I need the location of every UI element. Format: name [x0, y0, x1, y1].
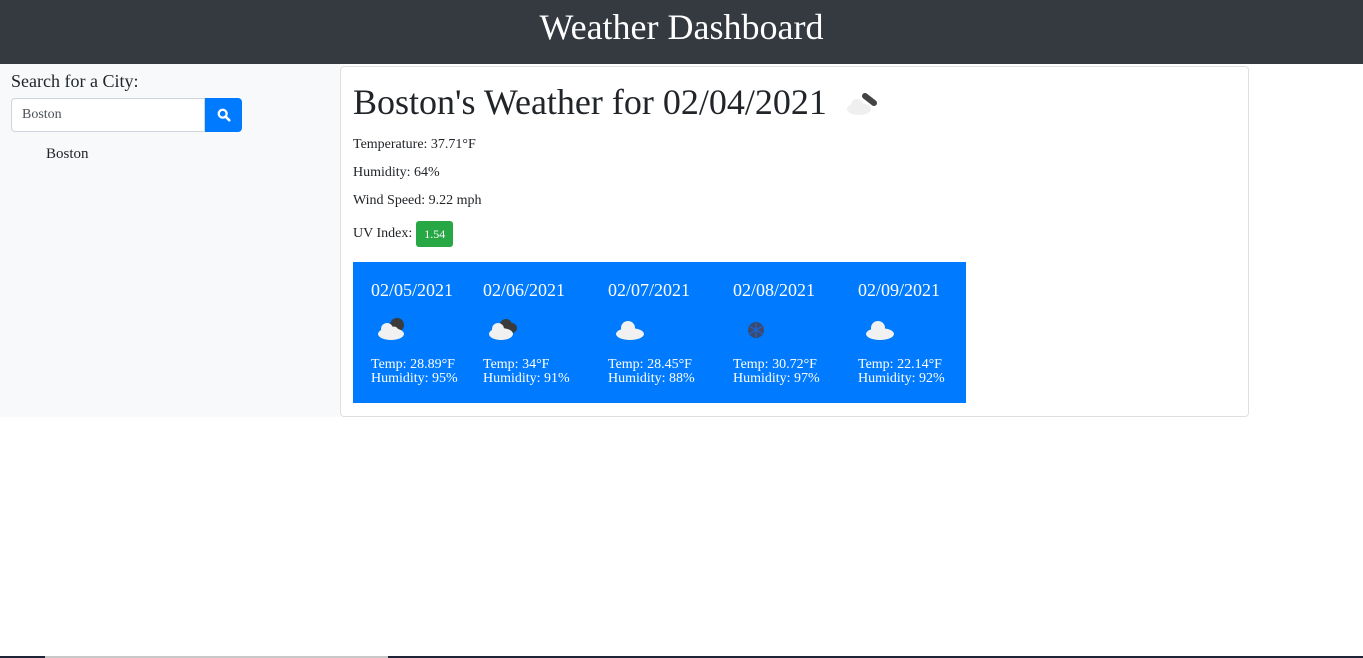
- search-row: [11, 98, 329, 132]
- forecast-humidity: Humidity: 91%: [483, 371, 570, 386]
- forecast-humidity: Humidity: 88%: [608, 371, 695, 386]
- five-day-forecast: 02/05/2021 Temp: 28.89°F Humidity: 95% 0…: [353, 262, 966, 403]
- forecast-day: 02/06/2021 Temp: 34°F Humidity: 91%: [483, 276, 608, 403]
- forecast-temp: Temp: 28.45°F: [608, 357, 692, 372]
- forecast-temp: Temp: 22.14°F: [858, 357, 942, 372]
- uv-index-row: UV Index: 1.54: [353, 221, 1236, 247]
- app-header: Weather Dashboard: [0, 0, 1363, 64]
- current-temperature: Temperature: 37.71°F: [353, 137, 476, 152]
- forecast-humidity: Humidity: 97%: [733, 371, 820, 386]
- cloud-night-icon: [371, 312, 483, 358]
- forecast-humidity: Humidity: 95%: [371, 371, 458, 386]
- forecast-day: 02/09/2021 Temp: 22.14°F Humidity: 92%: [858, 276, 966, 403]
- forecast-date: 02/08/2021: [733, 280, 816, 300]
- cloud-broken-icon: [841, 82, 891, 122]
- cloud-icon: [608, 312, 733, 358]
- cloud-icon: [858, 312, 966, 358]
- search-history: Boston: [11, 142, 329, 166]
- forecast-temp: Temp: 28.89°F: [371, 357, 455, 372]
- broken-clouds-icon: [483, 312, 608, 358]
- current-humidity: Humidity: 64%: [353, 165, 440, 180]
- uv-label: UV Index:: [353, 226, 413, 241]
- forecast-date: 02/06/2021: [483, 280, 566, 300]
- history-item[interactable]: Boston: [11, 142, 329, 166]
- app-title: Weather Dashboard: [539, 7, 824, 47]
- current-weather-title: Boston's Weather for 02/04/2021: [353, 82, 827, 122]
- search-icon: [217, 108, 231, 122]
- forecast-day: 02/05/2021 Temp: 28.89°F Humidity: 95%: [371, 276, 483, 403]
- forecast-day: 02/07/2021 Temp: 28.45°F Humidity: 88%: [608, 276, 733, 403]
- forecast-humidity: Humidity: 92%: [858, 371, 945, 386]
- forecast-date: 02/05/2021: [371, 280, 454, 300]
- forecast-date: 02/07/2021: [608, 280, 691, 300]
- search-button[interactable]: [205, 98, 242, 132]
- main-layout: Search for a City: Boston Boston's Weath…: [0, 64, 1363, 417]
- snow-icon: [733, 312, 858, 358]
- city-search-input[interactable]: [11, 98, 205, 132]
- current-wind-speed: Wind Speed: 9.22 mph: [353, 193, 482, 208]
- forecast-day: 02/08/2021 Temp: 30.72°F Humidity: 97%: [733, 276, 858, 403]
- uv-index-badge: 1.54: [416, 221, 454, 247]
- forecast-temp: Temp: 34°F: [483, 357, 550, 372]
- current-weather-card: Boston's Weather for 02/04/2021 Temperat…: [340, 66, 1249, 417]
- search-label: Search for a City:: [11, 71, 139, 91]
- sidebar: Search for a City: Boston: [0, 64, 340, 417]
- forecast-temp: Temp: 30.72°F: [733, 357, 817, 372]
- forecast-date: 02/09/2021: [858, 280, 941, 300]
